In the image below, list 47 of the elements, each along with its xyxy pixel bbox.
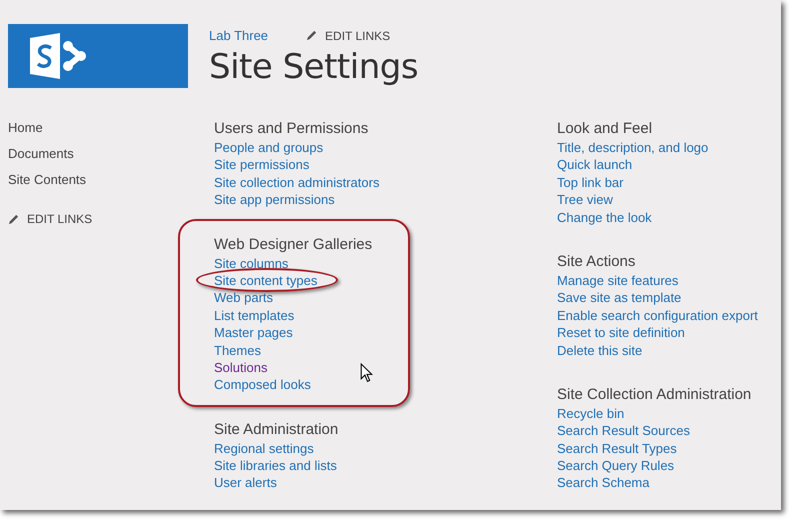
section-heading: Users and Permissions [214, 120, 370, 137]
settings-link[interactable]: Site content types [214, 272, 318, 288]
pencil-icon [8, 214, 19, 224]
settings-link[interactable]: Search Result Sources [557, 423, 690, 438]
edit-links-link[interactable]: EDIT LINKS [27, 212, 92, 226]
edit-links-link[interactable]: EDIT LINKS [325, 28, 390, 42]
logo-icon [8, 24, 188, 88]
section-heading: Look and Feel [557, 120, 654, 137]
section-heading: Site Actions [557, 252, 636, 270]
nav-link[interactable]: Home [8, 120, 214, 135]
settings-link[interactable]: Themes [214, 342, 261, 358]
settings-link[interactable]: Reset to site definition [557, 325, 685, 340]
settings-link[interactable]: Site collection administrators [214, 174, 380, 190]
settings-link[interactable]: Enable search configuration export [557, 308, 758, 323]
page-title: Site Settings [209, 47, 418, 87]
settings-link[interactable]: Change the look [557, 210, 652, 225]
settings-link[interactable]: Save site as template [557, 290, 682, 306]
settings-link[interactable]: Quick launch [557, 157, 632, 172]
settings-link[interactable]: Web parts [214, 290, 274, 306]
settings-link[interactable]: Delete this site [557, 342, 642, 358]
settings-link[interactable]: Solutions [214, 360, 268, 375]
settings-link[interactable]: People and groups [214, 140, 324, 155]
settings-link[interactable]: Top link bar [557, 174, 624, 190]
settings-link[interactable]: User alerts [214, 475, 277, 490]
settings-link[interactable]: Search Result Types [557, 440, 677, 456]
settings-link[interactable]: Search Schema [557, 475, 650, 490]
settings-link[interactable]: Composed looks [214, 377, 311, 392]
settings-link[interactable]: Regional settings [214, 440, 314, 456]
nav-link[interactable]: Site Contents [8, 172, 214, 187]
breadcrumb-link[interactable]: Lab Three [209, 28, 268, 43]
settings-link[interactable]: Site libraries and lists [214, 458, 337, 474]
nav-link[interactable]: Documents [8, 146, 214, 161]
mouse-pointer-icon [360, 363, 373, 383]
settings-link[interactable]: Title, description, and logo [557, 140, 708, 155]
settings-link[interactable]: Site permissions [214, 157, 310, 172]
settings-link[interactable]: Site app permissions [214, 192, 335, 208]
pencil-icon [306, 30, 318, 41]
settings-link[interactable]: List templates [214, 308, 294, 323]
section-heading: Site Collection Administration [557, 386, 752, 403]
settings-link[interactable]: Recycle bin [557, 406, 624, 421]
settings-link[interactable]: Master pages [214, 325, 293, 340]
settings-link[interactable]: Manage site features [557, 272, 678, 288]
settings-link[interactable]: Site columns [214, 256, 288, 271]
settings-link[interactable]: Search Query Rules [557, 458, 674, 474]
settings-link[interactable]: Tree view [557, 192, 613, 208]
section-heading: Site Administration [214, 420, 340, 438]
section-heading: Web Designer Galleries [214, 236, 374, 253]
